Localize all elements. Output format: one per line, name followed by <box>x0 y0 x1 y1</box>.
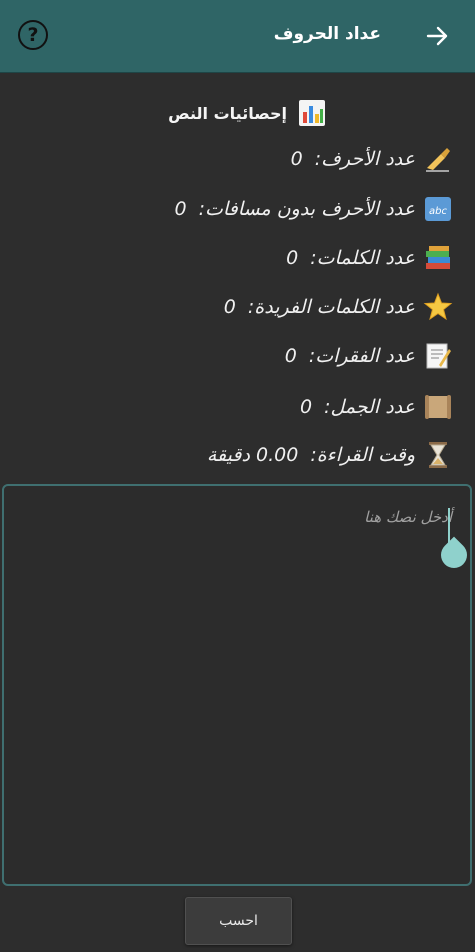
help-icon: ? <box>27 23 39 46</box>
writing-hand-icon <box>426 148 450 172</box>
stat-characters-label: عدد الأحرف: <box>314 148 415 170</box>
stat-reading-time-value: 0.00 دقيقة <box>206 444 299 466</box>
stats-heading: إحصائيات النص <box>168 98 327 128</box>
stat-sentences-value: 0 <box>299 396 313 418</box>
stat-sentences-label: عدد الجمل: <box>324 396 415 418</box>
stat-characters: عدد الأحرف: 0 <box>291 144 453 174</box>
svg-text:abc: abc <box>429 206 447 217</box>
bar-chart-icon <box>299 100 325 126</box>
stat-characters-value: 0 <box>290 148 303 170</box>
stat-characters-no-spaces: abc عدد الأحرف بدون مسافات: 0 <box>175 194 454 224</box>
stat-unique-words-label: عدد الكلمات الفريدة: <box>247 296 415 318</box>
memo-icon <box>426 343 451 369</box>
star-icon <box>423 292 453 321</box>
abc-icon: abc <box>425 197 451 221</box>
stat-reading-time-label: وقت القراءة: <box>310 444 415 466</box>
stat-paragraphs-value: 0 <box>284 345 297 367</box>
page-title: عداد الحروف <box>273 24 381 44</box>
back-arrow-icon[interactable] <box>425 24 449 48</box>
hourglass-icon <box>429 442 447 468</box>
stat-characters-no-spaces-value: 0 <box>174 198 187 220</box>
text-input[interactable] <box>4 486 470 884</box>
text-input-container <box>2 484 472 886</box>
stat-characters-no-spaces-label: عدد الأحرف بدون مسافات: <box>198 198 415 220</box>
stat-reading-time: وقت القراءة: 0.00 دقيقة <box>207 440 453 470</box>
stat-words: عدد الكلمات: 0 <box>286 243 453 273</box>
stat-unique-words: عدد الكلمات الفريدة: 0 <box>224 292 453 322</box>
stat-unique-words-value: 0 <box>223 296 236 318</box>
stat-sentences: عدد الجمل: 0 <box>300 392 453 422</box>
calculate-button[interactable]: احسب <box>185 897 292 945</box>
stat-paragraphs: عدد الفقرات: 0 <box>285 341 453 371</box>
help-button[interactable]: ? <box>18 20 48 50</box>
scroll-icon <box>425 395 451 419</box>
stat-words-label: عدد الكلمات: <box>310 247 415 269</box>
top-app-bar: ? عداد الحروف <box>0 0 475 73</box>
stat-paragraphs-label: عدد الفقرات: <box>308 345 415 367</box>
stats-heading-label: إحصائيات النص <box>168 103 287 123</box>
stat-words-value: 0 <box>286 247 299 269</box>
app-root: ? عداد الحروف إحصائيات النص عدد الأحرف: … <box>0 0 475 952</box>
books-icon <box>426 246 450 269</box>
